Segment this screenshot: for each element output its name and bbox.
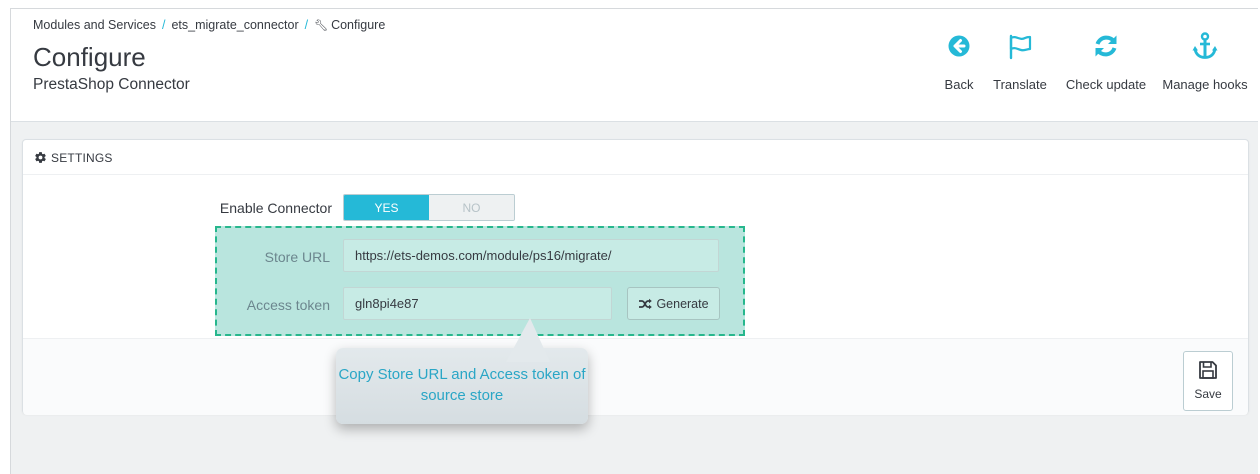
page-title: Configure (33, 42, 146, 72)
arrow-left-circle-icon (948, 35, 970, 57)
access-token-label: Access token (246, 297, 330, 313)
store-url-label: Store URL (264, 249, 330, 265)
manage-hooks-button[interactable]: Manage hooks (1159, 31, 1251, 92)
breadcrumb-item-module[interactable]: ets_migrate_connector (171, 18, 298, 32)
breadcrumb-item-modules[interactable]: Modules and Services (33, 18, 156, 32)
translate-label: Translate (993, 77, 1047, 92)
breadcrumb-separator: / (161, 18, 166, 32)
app-frame: Modules and Services / ets_migrate_connect… (10, 8, 1258, 474)
store-url-input[interactable]: https://ets-demos.com/module/ps16/migrat… (343, 239, 719, 272)
breadcrumb: Modules and Services / ets_migrate_connect… (33, 18, 385, 32)
switch-no-option[interactable]: NO (429, 195, 514, 220)
panel-footer: Save (23, 338, 1248, 415)
back-label: Back (944, 77, 974, 92)
enable-connector-label: Enable Connector (219, 200, 332, 216)
enable-connector-switch[interactable]: YES NO (343, 194, 515, 221)
check-update-button[interactable]: Check update (1063, 31, 1149, 92)
switch-yes-option[interactable]: YES (344, 195, 429, 220)
generate-button[interactable]: Generate (627, 287, 720, 320)
page-header: Modules and Services / ets_migrate_connect… (11, 9, 1258, 122)
back-button[interactable]: Back (937, 31, 981, 92)
anchor-icon (1192, 32, 1218, 59)
callout-pointer (506, 318, 550, 362)
manage-hooks-label: Manage hooks (1162, 77, 1248, 92)
breadcrumb-separator: / (304, 18, 309, 32)
access-token-input[interactable]: gln8pi4e87 (343, 287, 612, 320)
save-label: Save (1194, 387, 1222, 401)
page-subtitle: PrestaShop Connector (33, 76, 190, 93)
generate-label: Generate (656, 296, 709, 311)
gear-icon (35, 152, 46, 163)
settings-panel: SETTINGS Enable Connector YES NO Store U… (22, 139, 1249, 415)
breadcrumb-item-current: Configure (331, 18, 386, 32)
translate-button[interactable]: Translate (987, 31, 1053, 92)
wrench-icon: 🔧︎ (314, 20, 329, 32)
shuffle-icon (639, 298, 653, 309)
floppy-disk-icon (1199, 361, 1217, 379)
panel-title: SETTINGS (51, 151, 113, 165)
save-button[interactable]: Save (1183, 351, 1233, 411)
check-update-label: Check update (1065, 77, 1147, 92)
refresh-icon (1095, 35, 1117, 57)
panel-heading: SETTINGS (23, 140, 1248, 175)
flag-icon (1009, 34, 1032, 60)
